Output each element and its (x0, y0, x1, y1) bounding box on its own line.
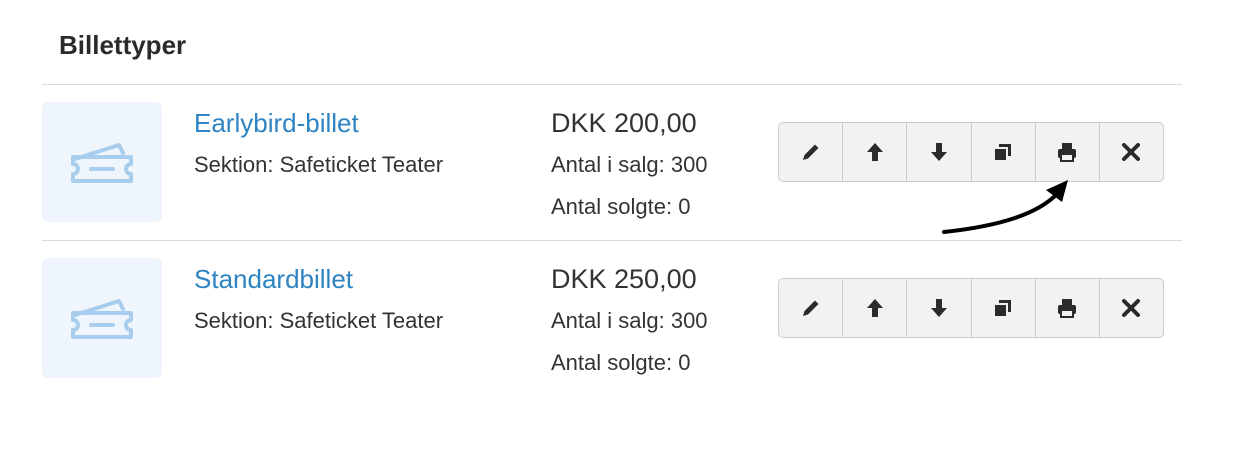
print-button[interactable] (1036, 123, 1100, 181)
ticket-row: Earlybird-billet Sektion: Safeticket Tea… (42, 102, 1182, 242)
ticket-thumbnail (42, 102, 162, 222)
ticket-name-link[interactable]: Standardbillet (194, 264, 353, 295)
ticket-icon (71, 299, 133, 339)
move-up-button[interactable] (843, 279, 908, 337)
arrow-up-icon (866, 143, 883, 161)
edit-button[interactable] (779, 123, 844, 181)
ticket-sold-count: Antal solgte: 0 (551, 194, 691, 219)
close-icon (1122, 143, 1141, 161)
pencil-icon (802, 300, 819, 316)
divider (42, 240, 1182, 241)
pencil-icon (802, 144, 819, 160)
move-down-button[interactable] (907, 123, 972, 181)
ticket-price: DKK 250,00 (551, 264, 697, 294)
ticket-for-sale-count: Antal i salg: 300 (551, 152, 708, 177)
ticket-row: Standardbillet Sektion: Safeticket Teate… (42, 258, 1182, 398)
divider (42, 84, 1182, 85)
print-icon (1058, 299, 1077, 318)
print-icon (1058, 143, 1077, 162)
ticket-for-sale-count: Antal i salg: 300 (551, 308, 708, 333)
ticket-icon (71, 143, 133, 183)
copy-icon (995, 300, 1012, 316)
print-button[interactable] (1036, 279, 1100, 337)
arrow-down-icon (930, 143, 947, 161)
ticket-section: Sektion: Safeticket Teater (194, 308, 444, 333)
copy-button[interactable] (972, 279, 1036, 337)
ticket-name-link[interactable]: Earlybird-billet (194, 108, 359, 139)
edit-button[interactable] (779, 279, 844, 337)
delete-button[interactable] (1100, 279, 1163, 337)
close-icon (1122, 299, 1141, 317)
ticket-actions (778, 122, 1164, 182)
move-up-button[interactable] (843, 123, 908, 181)
ticket-section: Sektion: Safeticket Teater (194, 152, 444, 177)
move-down-button[interactable] (907, 279, 972, 337)
arrow-up-icon (866, 299, 883, 317)
ticket-actions (778, 278, 1164, 338)
copy-button[interactable] (972, 123, 1036, 181)
copy-icon (995, 144, 1012, 160)
ticket-thumbnail (42, 258, 162, 378)
ticket-price: DKK 200,00 (551, 108, 697, 138)
arrow-down-icon (930, 299, 947, 317)
delete-button[interactable] (1100, 123, 1163, 181)
page-title: Billettyper (59, 30, 187, 60)
ticket-sold-count: Antal solgte: 0 (551, 350, 691, 375)
